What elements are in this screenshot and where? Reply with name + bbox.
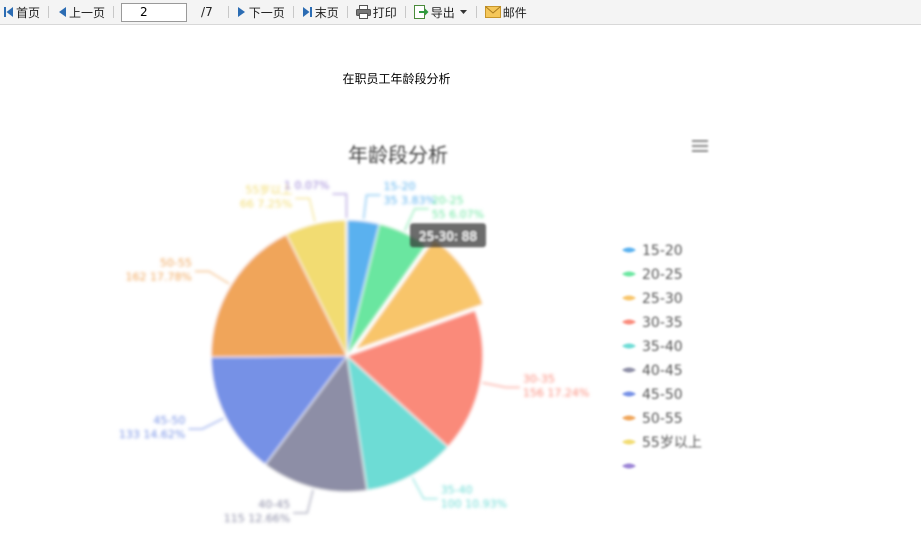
data-label-value: 162 17.78%	[125, 270, 191, 283]
chart-legend: 15-20 20-25 25-30 30-35 35-40 40-45 45-50 50-55…	[622, 243, 702, 469]
legend-item-label[interactable]: 55岁以上	[642, 435, 702, 451]
prev-page-icon	[59, 7, 67, 17]
legend-marker[interactable]	[622, 247, 636, 253]
legend-marker[interactable]	[622, 391, 636, 397]
legend-item-label[interactable]: 15-20	[642, 243, 683, 259]
legend-item-label[interactable]: 25-30	[642, 291, 683, 307]
legend-item-label[interactable]: 45-50	[642, 387, 683, 403]
tooltip-text: 25-30: 88	[419, 229, 477, 243]
legend-marker[interactable]	[622, 295, 636, 301]
legend-marker[interactable]	[622, 343, 636, 349]
data-label-value: 55 6.07%	[432, 208, 484, 221]
label-leader-line	[188, 417, 225, 430]
label-leader-line	[194, 270, 230, 285]
print-label: 打印	[372, 5, 397, 20]
data-label: 15-20	[384, 180, 416, 193]
legend-item-label[interactable]: 50-55	[642, 411, 683, 427]
first-page-label: 首页	[16, 5, 41, 20]
first-page-button[interactable]: 首页	[0, 1, 43, 23]
chart-menu-icon[interactable]	[692, 140, 708, 152]
data-label-value: 133 14.62%	[119, 428, 185, 441]
label-leader-line	[363, 194, 381, 220]
next-page-icon	[237, 7, 245, 17]
legend-item-label[interactable]: 20-25	[642, 267, 683, 283]
data-label: 1 0.07%	[284, 179, 329, 192]
data-label-value: 35 3.83%	[384, 194, 436, 207]
toolbar-divider	[48, 6, 50, 18]
page-total-label: /7	[201, 5, 213, 19]
data-label-value: 66 7.25%	[240, 197, 292, 210]
data-label-value: 156 17.24%	[523, 386, 589, 399]
mail-label: 邮件	[502, 5, 527, 20]
label-leader-line	[293, 489, 314, 514]
mail-button[interactable]: 邮件	[482, 1, 530, 23]
mail-icon	[484, 6, 501, 18]
data-label-value: 115 12.66%	[224, 512, 290, 525]
legend-marker[interactable]	[622, 271, 636, 277]
data-label: 30-35	[523, 372, 555, 385]
last-page-icon	[302, 7, 312, 17]
pie-slices	[210, 219, 484, 493]
toolbar-divider	[292, 6, 294, 18]
chart-tooltip: 25-30: 88	[409, 223, 486, 248]
print-button[interactable]: 打印	[353, 1, 400, 23]
last-page-button[interactable]: 末页	[299, 1, 342, 23]
printer-icon	[355, 5, 371, 19]
legend-marker[interactable]	[622, 319, 636, 325]
export-dropdown-button[interactable]: 导出	[411, 1, 471, 23]
toolbar-divider	[475, 6, 477, 18]
data-label-value: 100 10.93%	[441, 498, 507, 511]
page-number-input[interactable]	[121, 2, 188, 22]
age-distribution-pie-chart: 年龄段分析 15-2035 3.83%20-2555 6.07%30-35156…	[119, 140, 708, 525]
first-page-icon	[4, 7, 13, 17]
legend-marker[interactable]	[622, 367, 636, 373]
legend-item-label[interactable]: 35-40	[642, 339, 683, 355]
next-page-label: 下一页	[248, 5, 285, 20]
toolbar-divider	[113, 6, 115, 18]
last-page-label: 末页	[314, 5, 339, 20]
legend-marker[interactable]	[622, 439, 636, 445]
data-label: 50-55	[160, 256, 192, 269]
data-label: 20-25	[432, 194, 464, 207]
prev-page-label: 上一页	[69, 5, 106, 20]
toolbar-divider	[346, 6, 348, 18]
toolbar-divider	[227, 6, 229, 18]
report-toolbar: 首页 上一页 /7 下一页 末页 打印 导出 邮件	[0, 0, 921, 25]
legend-marker[interactable]	[622, 463, 636, 469]
export-icon	[413, 5, 429, 19]
data-label: 45-50	[153, 414, 185, 427]
label-leader-line	[482, 382, 520, 388]
data-label: 40-45	[258, 498, 290, 511]
toolbar-divider	[404, 6, 406, 18]
chevron-down-icon	[459, 10, 467, 14]
next-page-button[interactable]: 下一页	[234, 1, 288, 23]
legend-item-label[interactable]: 30-35	[642, 315, 683, 331]
prev-page-button[interactable]: 上一页	[54, 1, 108, 23]
export-label: 导出	[430, 5, 455, 20]
data-label: 35-40	[441, 484, 473, 497]
label-leader-line	[295, 197, 316, 222]
legend-item-label[interactable]: 40-45	[642, 363, 683, 379]
legend-marker[interactable]	[622, 415, 636, 421]
label-leader-line	[332, 193, 348, 219]
label-leader-line	[411, 477, 438, 500]
chart-title: 年龄段分析	[348, 143, 448, 167]
